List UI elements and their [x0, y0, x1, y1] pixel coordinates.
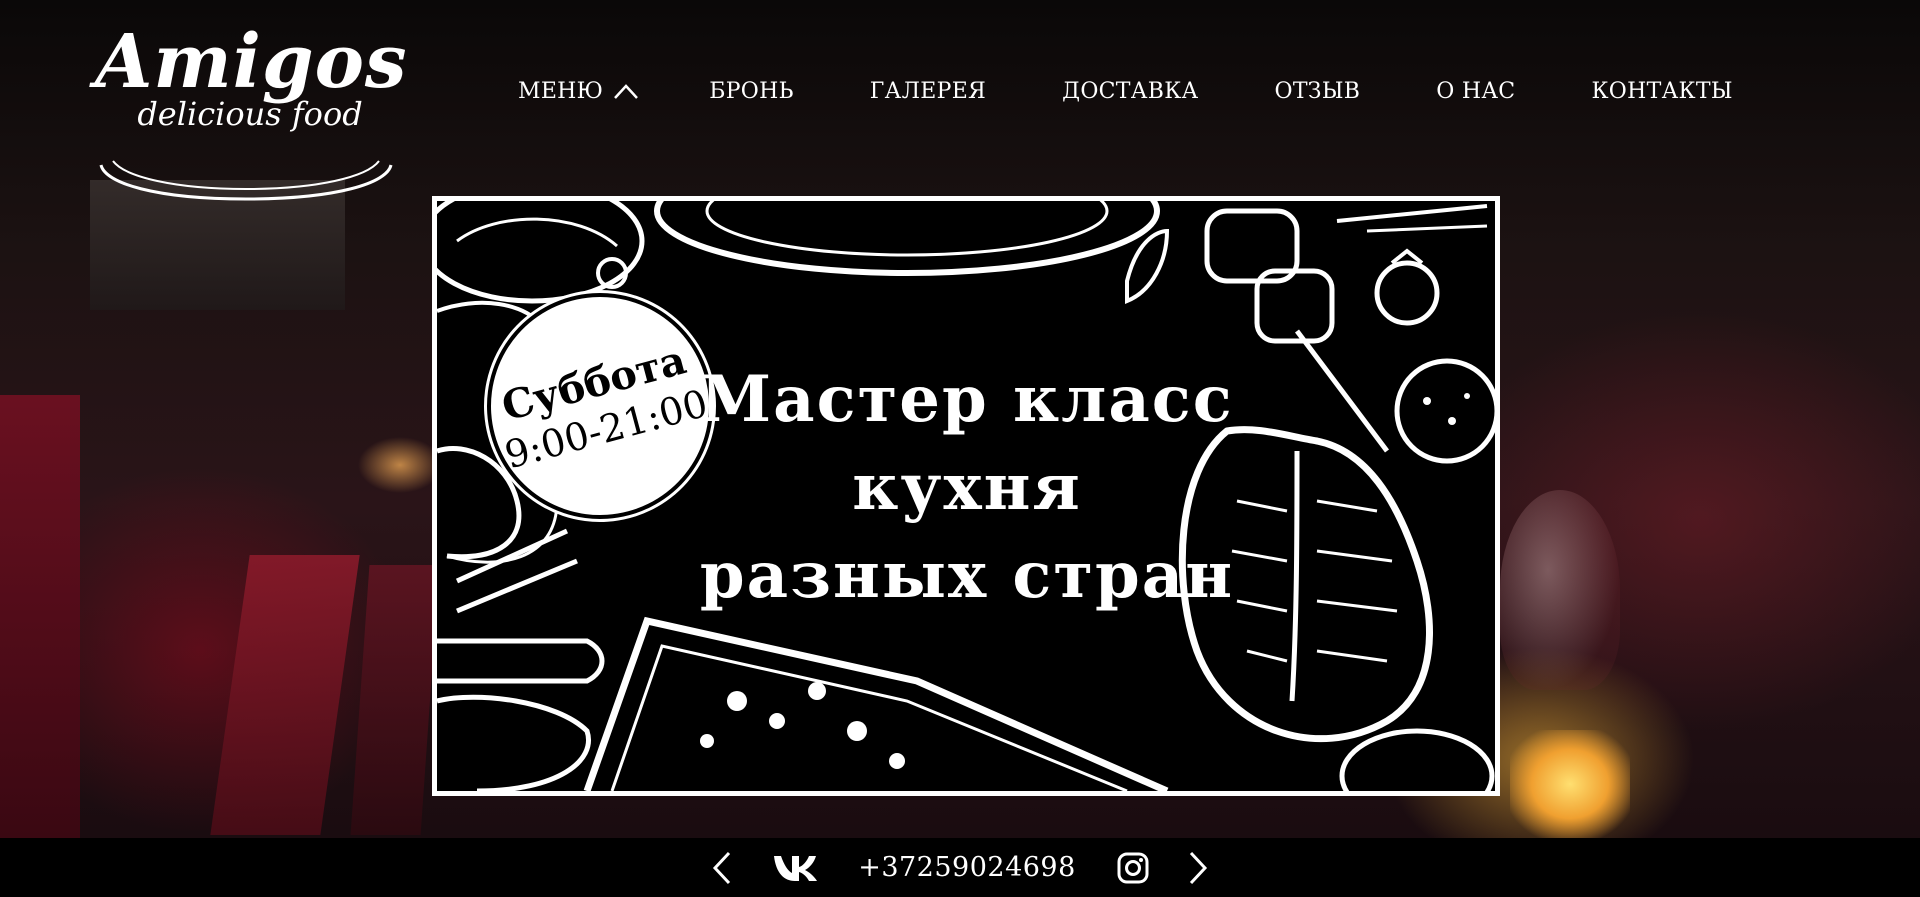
promo-banner[interactable]: Суббота 9:00-21:00 Мастер класс кухня ра…	[432, 196, 1500, 796]
nav-item-contacts[interactable]: КОНТАКТЫ	[1591, 79, 1732, 104]
page: Amigos delicious food МЕНЮ БРОНЬ ГАЛЕРЕЯ…	[0, 0, 1920, 897]
slider-prev-button[interactable]	[706, 838, 738, 897]
nav-item-about[interactable]: О НАС	[1436, 79, 1515, 104]
chevron-up-icon	[614, 84, 639, 99]
nav-item-label: О НАС	[1436, 78, 1516, 104]
nav-item-booking[interactable]: БРОНЬ	[709, 79, 794, 104]
nav-item-label: КОНТАКТЫ	[1591, 78, 1733, 104]
promo-banner-image: Суббота 9:00-21:00 Мастер класс кухня ра…	[437, 201, 1495, 791]
banner-headline-line: разных стран	[699, 538, 1235, 613]
nav-item-gallery[interactable]: ГАЛЕРЕЯ	[870, 79, 986, 104]
nav-item-reviews[interactable]: ОТЗЫВ	[1275, 79, 1361, 104]
nav-item-label: МЕНЮ	[518, 78, 604, 104]
nav-item-label: ДОСТАВКА	[1062, 78, 1199, 104]
logo-title: Amigos	[95, 19, 408, 105]
instagram-icon	[1117, 852, 1149, 883]
main-nav: МЕНЮ БРОНЬ ГАЛЕРЕЯ ДОСТАВКА ОТЗЫВ О НАС …	[518, 76, 1733, 106]
background-chair	[350, 565, 440, 835]
logo-swoosh-icon	[99, 160, 393, 201]
vk-icon	[774, 855, 817, 881]
footer-controls: +37259024698	[0, 838, 1920, 897]
instagram-link[interactable]	[1114, 838, 1152, 897]
background-wall	[0, 395, 80, 838]
site-logo[interactable]: Amigos delicious food	[95, 19, 408, 201]
background-wine-glass	[1500, 490, 1620, 690]
banner-headline-line: Мастер класс	[700, 362, 1234, 437]
nav-item-menu[interactable]: МЕНЮ	[518, 79, 639, 104]
phone-link[interactable]: +37259024698	[858, 838, 1075, 897]
phone-number: +37259024698	[858, 852, 1076, 883]
banner-headline-line: кухня	[852, 450, 1082, 525]
nav-item-label: БРОНЬ	[709, 78, 794, 104]
banner-headline: Мастер класс кухня разных стран	[687, 356, 1247, 620]
nav-item-delivery[interactable]: ДОСТАВКА	[1062, 79, 1198, 104]
footer-bar: +37259024698	[0, 838, 1920, 897]
nav-item-label: ОТЗЫВ	[1274, 78, 1361, 104]
chevron-left-icon	[712, 851, 731, 884]
slider-next-button[interactable]	[1182, 838, 1214, 897]
background-lamp	[1510, 730, 1630, 838]
background-chair	[210, 555, 360, 835]
chevron-right-icon	[1189, 851, 1208, 884]
nav-item-label: ГАЛЕРЕЯ	[869, 78, 987, 104]
vk-link[interactable]	[770, 838, 820, 897]
